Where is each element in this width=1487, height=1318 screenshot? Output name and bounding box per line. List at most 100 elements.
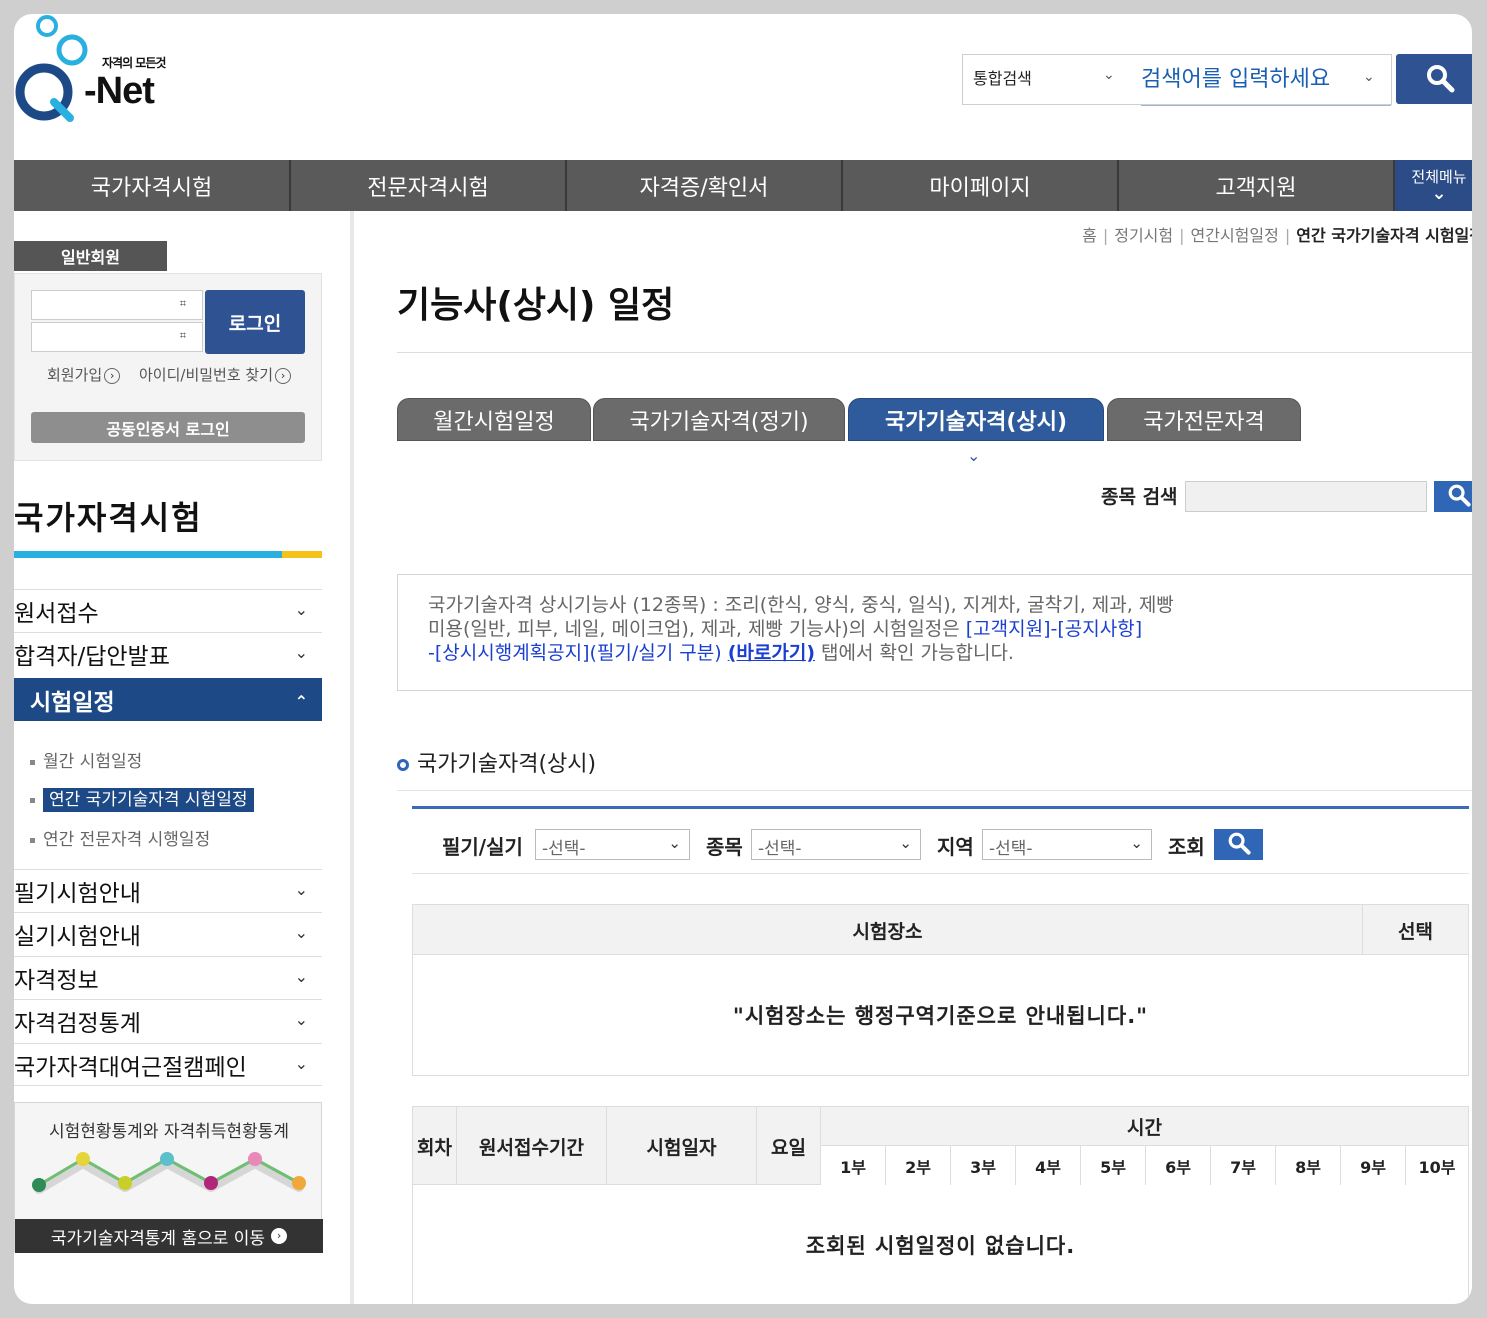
circle-bullet-icon (397, 759, 409, 771)
time-column-header: 시간 (821, 1107, 1468, 1146)
tab-technical-regular[interactable]: 국가기술자격(정기) (593, 398, 845, 441)
nav-certificate[interactable]: 자격증/확인서 (567, 160, 843, 211)
all-menu-button[interactable]: 전체메뉴 ⌄ (1395, 160, 1472, 211)
top-navigation: 국가자격시험 전문자격시험 자격증/확인서 마이페이지 고객지원 전체메뉴 ⌄ (14, 160, 1472, 211)
weekday-column-header: 요일 (757, 1107, 821, 1185)
region-select[interactable]: -선택- ⌄ (982, 829, 1152, 860)
breadcrumb-home[interactable]: 홈 (1082, 226, 1097, 245)
breadcrumb-annual-schedule[interactable]: 연간시험일정 (1191, 226, 1279, 245)
search-input-wrap: ⌄ (1141, 55, 1391, 106)
part-10-header: 10부 (1406, 1146, 1468, 1185)
sidebar-item-statistics[interactable]: 자격검정통계 ⌄ (14, 999, 322, 1042)
search-icon (1448, 484, 1471, 507)
bullet-icon (30, 759, 35, 765)
sidebar-item-qualification-info[interactable]: 자격정보 ⌄ (14, 956, 322, 999)
sidebar-item-schedule[interactable]: 시험일정 ⌃ (14, 678, 322, 721)
notice-shortcut-link[interactable]: (바로가기) (728, 642, 815, 664)
sidebar-item-label: 합격자/답안발표 (14, 644, 170, 670)
nav-customer-support[interactable]: 고객지원 (1119, 160, 1395, 211)
chevron-up-icon: ⌃ (294, 692, 308, 711)
breadcrumb-current: 연간 국가기술자격 시험일정 (1296, 226, 1472, 245)
notice-link-plan[interactable]: -[상시시행계획공지](필기/실기 구분) (428, 642, 722, 664)
sidebar-item-written-exam[interactable]: 필기시험안내 ⌄ (14, 869, 322, 912)
keyboard-icon: ⌗ (179, 329, 186, 342)
qnet-logo-mark (15, 15, 88, 122)
sidebar-title: 국가자격시험 (14, 499, 203, 537)
item-select[interactable]: -선택- ⌄ (751, 829, 921, 860)
notice-text: 미용(일반, 피부, 네일, 메이크업), 제과, 제빵 기능사)의 시험일정은 (428, 618, 966, 640)
bullet-icon (30, 837, 35, 843)
venue-table: 시험장소 선택 "시험장소는 행정구역기준으로 안내됩니다." (412, 904, 1469, 1076)
sidebar-item-application[interactable]: 원서접수 ⌄ (14, 589, 322, 632)
sidebar-item-results[interactable]: 합격자/답안발표 ⌄ (14, 632, 322, 675)
sidebar-item-label: 원서접수 (14, 601, 99, 627)
login-button[interactable]: 로그인 (205, 290, 305, 354)
part-8-header: 8부 (1276, 1146, 1341, 1185)
search-scope-select[interactable]: 통합검색 (973, 65, 1032, 89)
line-graph-icon (32, 1152, 306, 1194)
sidebar-item-label: 국가자격대여근절캠페인 (14, 1054, 247, 1081)
venue-message: "시험장소는 행정구역기준으로 안내됩니다." (732, 1004, 1149, 1028)
subitem-annual-technical-schedule[interactable]: 연간 국가기술자격 시험일정 (30, 785, 254, 812)
chevron-right-icon: › (271, 1228, 288, 1244)
tab-monthly-schedule[interactable]: 월간시험일정 (397, 398, 591, 441)
sidebar-item-label: 필기시험안내 (14, 881, 141, 907)
cert-login-button[interactable]: 공동인증서 로그인 (31, 412, 305, 443)
chevron-down-icon: ⌄ (1363, 69, 1375, 85)
chevron-down-icon: ⌄ (1130, 834, 1143, 852)
chevron-down-icon: ⌄ (294, 967, 308, 986)
sidebar-item-label: 시험일정 (30, 689, 115, 716)
nav-professional-exam[interactable]: 전문자격시험 (291, 160, 567, 211)
chevron-down-icon: ⌄ (294, 880, 308, 899)
breadcrumb: 홈 | 정기시험 | 연간시험일정 | 연간 국가기술자격 시험일정 (1014, 222, 1472, 246)
stat-home-link[interactable]: 국가기술자격통계 홈으로 이동 › (15, 1219, 323, 1253)
type-select[interactable]: -선택- ⌄ (535, 829, 690, 860)
tab-technical-continuous[interactable]: 국가기술자격(상시) (848, 398, 1104, 441)
notice-line-3: -[상시시행계획공지](필기/실기 구분) (바로가기) 탭에서 확인 가능합니… (428, 641, 1454, 665)
subitem-label: 월간 시험일정 (43, 752, 143, 772)
part-6-header: 6부 (1146, 1146, 1211, 1185)
breadcrumb-regular-exam[interactable]: 정기시험 (1114, 226, 1173, 245)
id-input[interactable]: ⌗ (31, 290, 203, 320)
sidebar-item-campaign[interactable]: 국가자격대여근절캠페인 ⌄ (14, 1043, 322, 1086)
page: 자격의 모든것 -Net 통합검색 ⌄ ⌄ 국가자격시험 전문자격시험 자격증/… (14, 14, 1472, 1304)
sidebar-item-practical-exam[interactable]: 실기시험안내 ⌄ (14, 912, 322, 955)
part-1-header: 1부 (821, 1146, 886, 1185)
search-input[interactable] (1141, 65, 1361, 93)
password-input[interactable]: ⌗ (31, 322, 203, 352)
subitem-monthly-schedule[interactable]: 월간 시험일정 (30, 747, 142, 772)
nav-mypage[interactable]: 마이페이지 (843, 160, 1119, 211)
breadcrumb-separator: | (1284, 226, 1291, 245)
chevron-down-icon: ⌄ (1431, 183, 1447, 204)
chevron-down-icon: ⌄ (899, 834, 912, 852)
signup-link[interactable]: 회원가입 › (47, 364, 121, 385)
chevron-down-icon: ⌄ (294, 1010, 308, 1029)
schedule-table: 회차 원서접수기간 시험일자 요일 시간 1부 2부 3부 4부 5부 6부 7… (412, 1106, 1469, 1304)
select-value: -선택- (989, 839, 1033, 859)
notice-link-customer-notice[interactable]: [고객지원]-[공지사항] (966, 618, 1142, 640)
lookup-button[interactable] (1214, 829, 1263, 860)
select-value: -선택- (542, 839, 586, 859)
title-divider (397, 352, 1472, 353)
subitem-annual-professional-schedule[interactable]: 연간 전문자격 시행일정 (30, 825, 210, 850)
statistics-banner[interactable]: 시험현황통계와 자격취득현황통계 국가기술자격통계 홈으로 이동 › (14, 1102, 323, 1253)
region-filter-label: 지역 (937, 835, 974, 859)
chevron-down-icon: ⌄ (668, 834, 681, 852)
sidebar-item-label: 자격검정통계 (14, 1011, 141, 1037)
sidebar-divider (350, 211, 354, 1304)
find-id-pw-label: 아이디/비밀번호 찾기 (139, 366, 274, 384)
tab-professional[interactable]: 국가전문자격 (1107, 398, 1301, 441)
nav-national-exam[interactable]: 국가자격시험 (14, 160, 291, 211)
item-search-input[interactable] (1185, 481, 1427, 512)
item-search-button[interactable] (1434, 481, 1472, 512)
qnet-logo[interactable]: 자격의 모든것 -Net (14, 14, 194, 144)
find-id-pw-link[interactable]: 아이디/비밀번호 찾기 › (139, 364, 292, 385)
part-2-header: 2부 (886, 1146, 951, 1185)
select-column-header: 선택 (1398, 920, 1433, 943)
member-tab[interactable]: 일반회원 (14, 241, 167, 271)
type-filter-label: 필기/실기 (442, 835, 523, 859)
application-period-column-header: 원서접수기간 (457, 1107, 607, 1185)
search-button[interactable] (1396, 54, 1472, 104)
schedule-empty-message: 조회된 시험일정이 없습니다. (805, 1234, 1076, 1258)
schedule-table-header: 회차 원서접수기간 시험일자 요일 시간 1부 2부 3부 4부 5부 6부 7… (413, 1107, 1468, 1185)
